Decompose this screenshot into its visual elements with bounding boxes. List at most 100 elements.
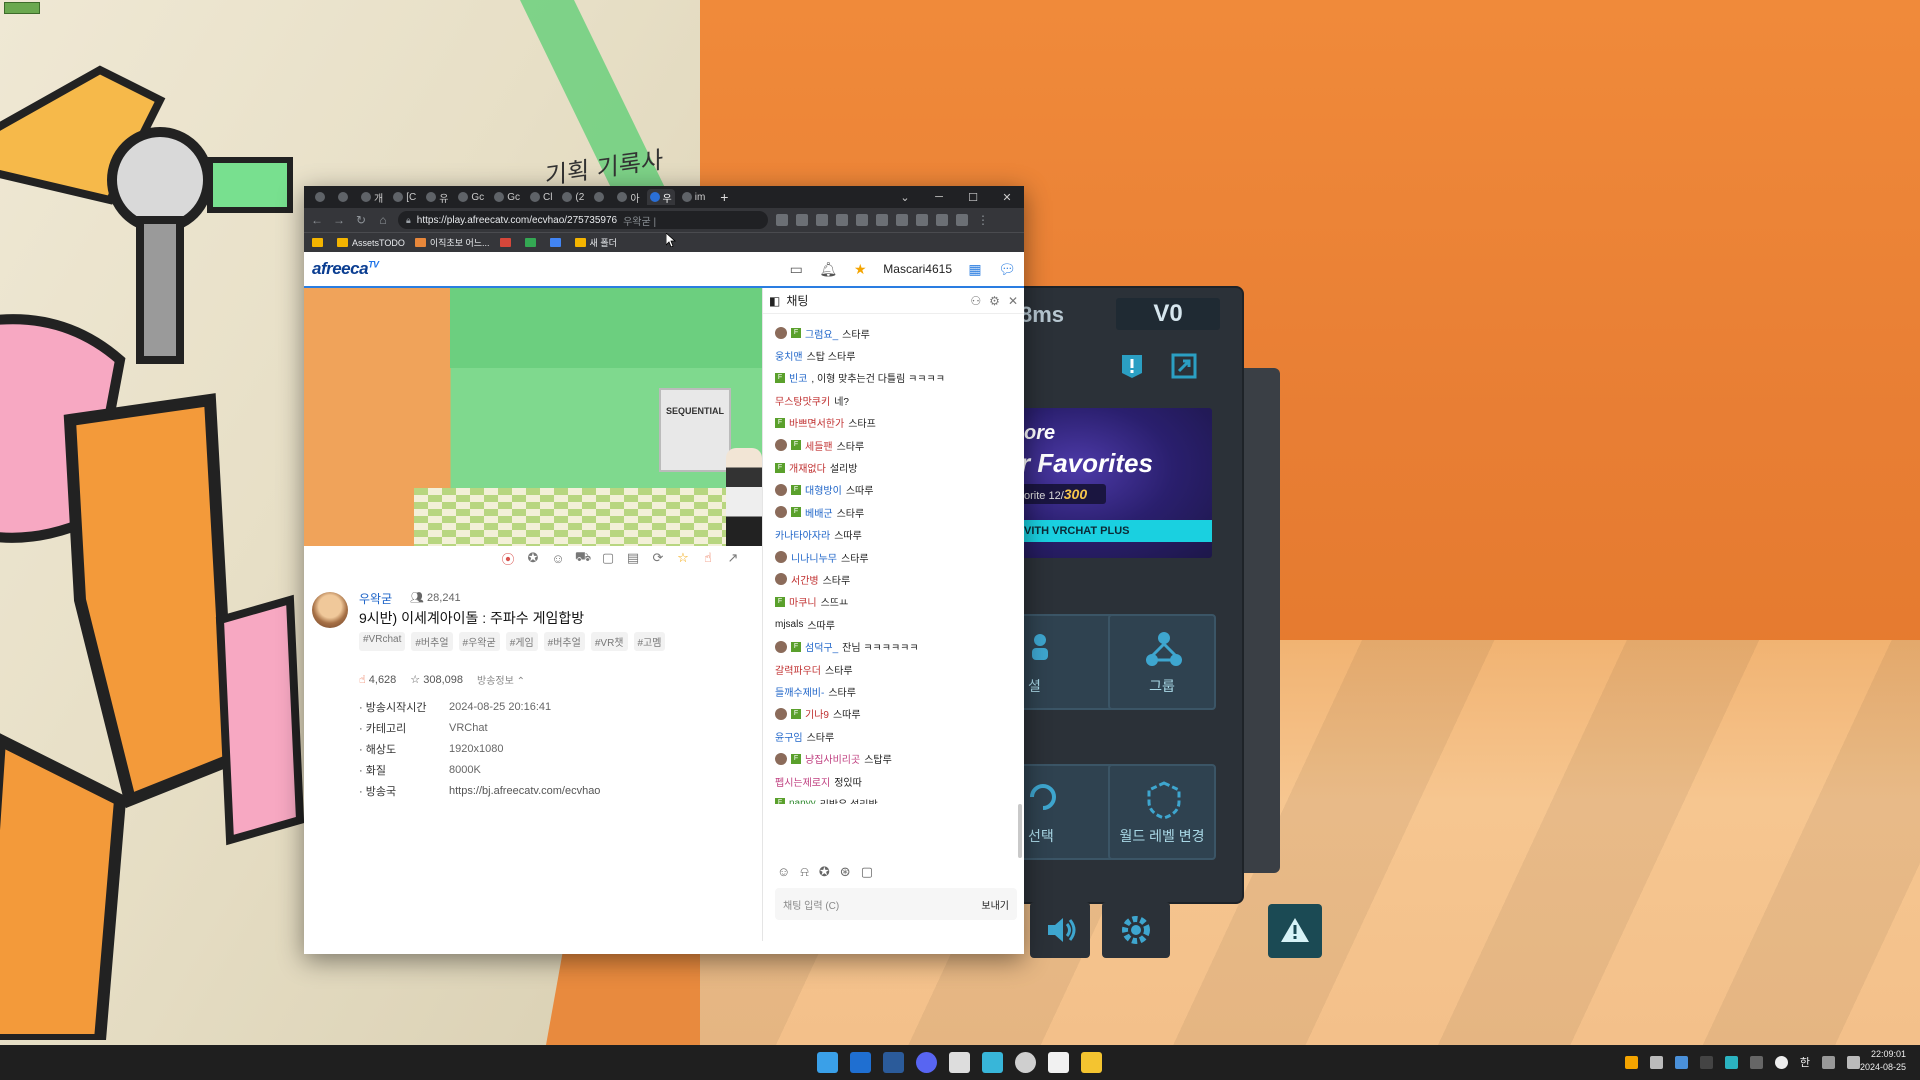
sidebar-icon[interactable] — [936, 214, 948, 226]
extension-icon[interactable] — [796, 214, 808, 226]
forward-icon[interactable]: → — [332, 213, 346, 227]
vrchat-icon[interactable] — [949, 1052, 970, 1073]
bookmark-item[interactable]: 새 폴더 — [574, 236, 617, 249]
extension-icon[interactable] — [856, 214, 868, 226]
chat-nickname[interactable]: 바쁘면서한가 — [789, 415, 844, 430]
bookmark-item[interactable]: 이직초보 어느... — [414, 236, 490, 249]
afreeca-logo[interactable]: afreecaTV — [312, 259, 379, 279]
bookmark-item[interactable] — [312, 238, 327, 247]
chat-nickname[interactable]: 베배군 — [805, 505, 833, 520]
file-explorer-icon[interactable] — [1081, 1052, 1102, 1073]
chat-avatar-icon[interactable] — [775, 483, 787, 496]
vrchat-plus-banner[interactable]: ore r Favorites orite 12/300 VITH VRCHAT… — [1020, 408, 1212, 558]
like-icon[interactable]: ☝ — [700, 550, 716, 566]
volume-button[interactable] — [1030, 902, 1090, 958]
home-icon[interactable]: ⌂ — [376, 213, 390, 227]
chat-nickname[interactable]: 갈력파우더 — [775, 662, 821, 677]
chat-avatar-icon[interactable] — [775, 551, 787, 564]
share-icon[interactable]: ↗ — [725, 550, 741, 566]
chat-nickname[interactable]: 그럼요_ — [805, 326, 838, 341]
expand-icon[interactable] — [1170, 352, 1198, 380]
station-link[interactable]: https://bj.afreecatv.com/ecvhao — [449, 785, 600, 797]
grid-menu-icon[interactable]: ▦ — [966, 260, 984, 278]
chat-scrollbar[interactable] — [1018, 804, 1022, 858]
close-icon[interactable]: ✕ — [1008, 294, 1018, 308]
chat-nickname[interactable]: 들깨수제비- — [775, 684, 824, 699]
bookmark-item[interactable]: AssetsTODO — [337, 238, 405, 248]
back-icon[interactable]: ← — [310, 213, 324, 227]
tab[interactable]: Gc — [455, 189, 487, 205]
tab[interactable]: 개 — [358, 189, 386, 205]
sticker-icon[interactable]: ☺ — [550, 550, 566, 566]
tray-app-icon[interactable] — [1649, 1055, 1663, 1069]
tab[interactable] — [335, 189, 354, 205]
chat-nickname[interactable]: 냥집사비리곳 — [805, 751, 860, 766]
chat-message-list[interactable]: F 그럼요_ 스타루 웅치맨 스탑 스타루 F 빈코, 이형 맞추는건 다틀림 ㅋㅋㅋㅋ 무스… — [763, 314, 1021, 804]
coupon-icon[interactable]: ▢ — [861, 864, 873, 880]
bookmark-item[interactable] — [524, 238, 540, 247]
chat-nickname[interactable]: 기나9 — [805, 706, 829, 721]
tray-app-icon[interactable] — [1624, 1055, 1638, 1069]
close-button[interactable]: ✕ — [990, 191, 1024, 204]
chat-avatar-icon[interactable] — [775, 506, 787, 519]
calendar-icon[interactable]: ▤ — [625, 550, 641, 566]
clip-icon[interactable]: ⟳ — [650, 550, 666, 566]
maximize-button[interactable]: ☐ — [956, 191, 990, 204]
tab[interactable]: 아 — [614, 189, 642, 205]
gear-icon[interactable]: ⚙ — [989, 294, 1000, 308]
chat-avatar-icon[interactable] — [775, 640, 787, 653]
tag-item[interactable]: #버추얼 — [411, 632, 453, 651]
chat-nickname[interactable]: 무스탕맛쿠키 — [775, 393, 830, 408]
tray-app-icon[interactable] — [1724, 1055, 1738, 1069]
download-icon[interactable] — [896, 214, 908, 226]
tab-search-button[interactable]: ⌄ — [888, 191, 922, 204]
chat-nickname[interactable]: 개재없다 — [789, 460, 826, 475]
tab[interactable]: [C — [390, 189, 419, 205]
send-button[interactable]: 보내기 — [981, 897, 1009, 912]
vrchat-plus-cta[interactable]: VITH VRCHAT PLUS — [1020, 520, 1212, 542]
tab[interactable]: Cl — [527, 189, 555, 205]
bookmark-item[interactable] — [499, 238, 515, 247]
extension-icon[interactable] — [776, 214, 788, 226]
username-menu[interactable]: Mascari4615 — [883, 262, 952, 276]
chat-input[interactable]: 채팅 입력 (C) 보내기 — [775, 888, 1017, 920]
menu-icon[interactable]: ⋮ — [976, 213, 990, 227]
tag-item[interactable]: #VRchat — [359, 632, 406, 651]
broadcast-icon[interactable]: ▭ — [787, 260, 805, 278]
video-player[interactable]: SEQUENTIAL — [304, 288, 762, 546]
chat-nickname[interactable]: 빈코 — [789, 370, 807, 385]
tray-app-icon[interactable] — [1699, 1055, 1713, 1069]
coupon-icon[interactable]: ▢ — [600, 550, 616, 566]
bird-app-icon[interactable] — [883, 1052, 904, 1073]
document-icon[interactable] — [1048, 1052, 1069, 1073]
bell-icon[interactable]: 🔔︎ — [819, 260, 837, 278]
tray-app-icon[interactable] — [1774, 1055, 1788, 1069]
start-icon[interactable] — [817, 1052, 838, 1073]
report-icon[interactable] — [1118, 352, 1146, 380]
chat-nickname[interactable]: 펩시는제로지 — [775, 774, 830, 789]
extension-icon[interactable] — [876, 214, 888, 226]
cart-icon[interactable]: ⛟ — [575, 549, 591, 566]
tray-app-icon[interactable] — [1749, 1055, 1763, 1069]
tab[interactable] — [591, 189, 610, 205]
streamer-name[interactable]: 우왁굳 — [359, 590, 392, 607]
chat-layout-icon[interactable]: ◧ — [769, 294, 780, 308]
tag-item[interactable]: #게임 — [505, 632, 538, 651]
ime-indicator[interactable]: 한 — [1800, 1054, 1810, 1070]
minimize-button[interactable]: ─ — [922, 191, 956, 204]
user-list-icon[interactable]: ⚇ — [970, 294, 981, 308]
steam-icon[interactable] — [1674, 1055, 1688, 1069]
vrc-credits[interactable]: V0 — [1116, 298, 1220, 330]
settings-app-icon[interactable] — [1015, 1052, 1036, 1073]
monitor-app-icon[interactable] — [982, 1052, 1003, 1073]
emoji-icon[interactable]: ☺ — [777, 864, 790, 880]
tag-item[interactable]: #우왁굳 — [458, 632, 500, 651]
extension-icon[interactable] — [956, 214, 968, 226]
chat-avatar-icon[interactable] — [775, 573, 787, 586]
chat-avatar-icon[interactable] — [775, 327, 787, 340]
tab[interactable] — [312, 189, 331, 205]
chat-nickname[interactable]: 서간병 — [791, 572, 819, 587]
record-icon[interactable]: ⦿ — [500, 550, 516, 567]
network-icon[interactable] — [1822, 1055, 1835, 1069]
favorite-icon[interactable]: ☆ — [675, 550, 691, 566]
